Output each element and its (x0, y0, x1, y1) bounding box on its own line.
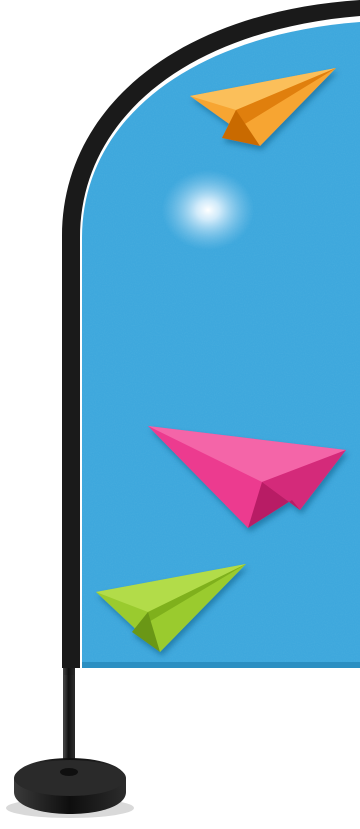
feather-flag-scene (0, 0, 360, 829)
base-collar (60, 768, 78, 776)
fabric-bottom-hem (82, 662, 360, 668)
flag-base-top (14, 760, 126, 796)
feather-flag-illustration (6, 0, 360, 818)
light-glare (162, 170, 254, 250)
